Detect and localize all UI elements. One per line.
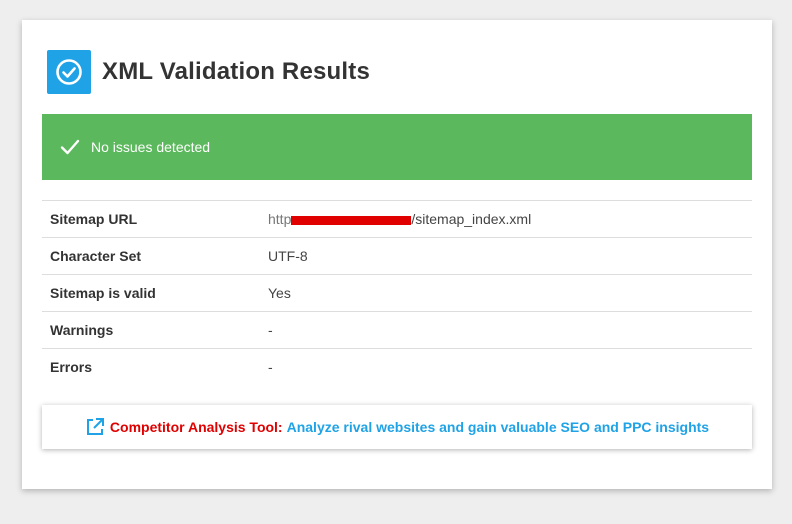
results-card: XML Validation Results No issues detecte… xyxy=(22,20,772,489)
redaction-bar xyxy=(291,215,412,225)
table-row: Warnings - xyxy=(42,311,752,349)
check-circle-icon xyxy=(47,50,91,94)
banner-message: No issues detected xyxy=(91,139,211,155)
promo-banner: Competitor Analysis Tool: Analyze rival … xyxy=(42,405,752,449)
promo-link[interactable]: Analyze rival websites and gain valuable… xyxy=(287,419,709,435)
row-value: Yes xyxy=(268,285,291,301)
table-row: Errors - xyxy=(42,348,752,386)
row-label: Warnings xyxy=(50,322,114,338)
table-row: Sitemap is valid Yes xyxy=(42,274,752,312)
url-path: /sitemap_index.xml xyxy=(411,211,532,227)
row-value: - xyxy=(268,359,273,376)
row-value: - xyxy=(268,322,273,338)
page-header: XML Validation Results xyxy=(47,50,370,94)
promo-label: Competitor Analysis Tool: xyxy=(109,419,283,435)
checkmark-icon xyxy=(60,139,80,155)
row-label: Sitemap is valid xyxy=(50,285,156,301)
results-table: Sitemap URL http/sitemap_index.xml Chara… xyxy=(42,200,752,386)
row-label: Character Set xyxy=(50,248,142,264)
row-value: UTF-8 xyxy=(268,248,308,264)
row-label: Errors xyxy=(50,359,93,376)
page-title: XML Validation Results xyxy=(102,58,371,85)
url-prefix: http xyxy=(268,211,292,227)
row-label: Sitemap URL xyxy=(50,211,138,227)
table-row: Character Set UTF-8 xyxy=(42,237,752,275)
external-link-icon[interactable] xyxy=(85,417,105,437)
sitemap-url-value: http/sitemap_index.xml xyxy=(268,201,752,238)
table-row: Sitemap URL http/sitemap_index.xml xyxy=(42,200,752,238)
success-banner: No issues detected xyxy=(42,114,752,180)
